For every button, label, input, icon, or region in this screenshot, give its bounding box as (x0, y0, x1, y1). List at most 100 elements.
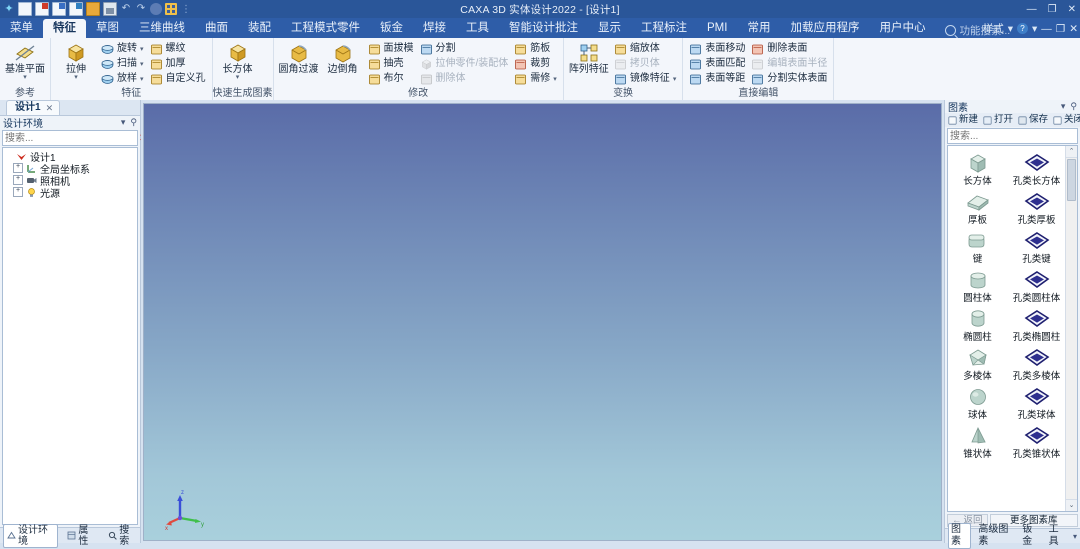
ribbon-button-draft-face-icon[interactable]: 面拔模 (365, 42, 417, 56)
bottom-tab-1[interactable]: 属性 (64, 524, 99, 548)
minimize-button[interactable]: — (1027, 4, 1037, 15)
ribbon-button-move-face-icon[interactable]: 表面移动 (686, 42, 748, 56)
pin-icon[interactable]: ⚲ (130, 117, 137, 128)
ribbon-button-fillet-icon[interactable]: 圆角过渡 (277, 40, 321, 75)
right-tab-3[interactable]: 工具 (1047, 524, 1068, 548)
ribbon-tab-4[interactable]: 曲面 (195, 19, 238, 38)
gallery-item-key-shape-icon[interactable]: 键 (948, 228, 1007, 267)
ribbon-button-datum-plane-icon[interactable]: 基准平面 ▾ (3, 40, 47, 81)
elements-search-row[interactable]: ✕ (947, 128, 1080, 144)
ribbon-tab-10[interactable]: 智能设计批注 (499, 19, 588, 38)
ribbon-tab-strip[interactable]: 菜单 特征 草图 三维曲线 曲面 装配 工程模式零件 钣金 焊接 工具 智能设计批注 显示 工程标注 PM… (0, 18, 1080, 38)
right-tab-1[interactable]: 高级图素 (976, 524, 1015, 548)
gallery-item-hole-cone-shape-icon[interactable]: 孔类锥状体 (1007, 423, 1066, 462)
gallery-scrollbar[interactable]: ⌃ ⌄ (1065, 146, 1077, 511)
ribbon-tab-9[interactable]: 工具 (456, 19, 499, 38)
ribbon-button-trim-icon[interactable]: 裁剪 (511, 57, 560, 71)
ribbon-button-pattern-feature-icon[interactable]: 阵列特征 (567, 40, 611, 75)
tree-node-2[interactable]: + 照相机 (5, 174, 137, 188)
chevron-down-icon[interactable]: ▾ (553, 75, 557, 83)
ribbon-button-sweep-icon[interactable]: 扫描 ▾ (98, 57, 147, 71)
ribbon-button-mirror-feature-icon[interactable]: 镜像特征 ▾ (611, 72, 680, 86)
ribbon-button-split-icon[interactable]: 分割 (417, 42, 512, 56)
ribbon-button-boolean-icon[interactable]: 布尔 (365, 72, 417, 86)
design-tree[interactable]: 设计1 + 全局坐标系 + 照相机 + 光源 (2, 147, 138, 525)
ribbon-button-offset-face-icon[interactable]: 表面等距 (686, 72, 748, 86)
chevron-down-icon[interactable]: ▾ (236, 74, 240, 81)
ribbon-tab-11[interactable]: 显示 (588, 19, 631, 38)
gallery-item-plate-shape-icon[interactable]: 厚板 (948, 189, 1007, 228)
gallery-item-hole-box-shape-icon[interactable]: 孔类长方体 (1007, 150, 1066, 189)
right-panel-tabs[interactable]: 图素 高级图素 钣金 工具 ▾ (945, 523, 1080, 549)
close-icon[interactable]: ✕ (46, 102, 54, 114)
gallery-item-hole-ellipse-cylinder-shape-icon[interactable]: 孔类椭圆柱 (1007, 306, 1066, 345)
ribbon-button-custom-hole-icon[interactable]: 自定义孔 (147, 72, 209, 86)
ribbon-minimize-button[interactable]: — (1041, 23, 1052, 35)
ribbon-button-thicken-icon[interactable]: 加厚 (147, 57, 209, 71)
ribbon-button-chamfer-icon[interactable]: 边倒角 (321, 40, 365, 75)
document-tab-design1[interactable]: 设计1 ✕ (6, 100, 61, 115)
tree-node-3[interactable]: + 光源 (5, 186, 137, 200)
scroll-down-button[interactable]: ⌄ (1066, 499, 1077, 511)
chevron-down-icon[interactable]: ▾ (140, 75, 144, 83)
ribbon-toolbar[interactable]: 基准平面 ▾ 参考 拉伸 ▾ 旋转 ▾ 扫描 ▾ 放样 ▾ 螺纹 加厚 自定义孔 特征 长方体 ▾ 快速生成图素圆… (0, 38, 1080, 101)
ribbon-tab-2[interactable]: 草图 (86, 19, 129, 38)
ribbon-tab-16[interactable]: 用户中心 (869, 19, 935, 38)
gallery-item-polyhedron-shape-icon[interactable]: 多棱体 (948, 345, 1007, 384)
ribbon-button-rib-icon[interactable]: 筋板 (511, 42, 560, 56)
help-icon[interactable]: ? (1016, 23, 1028, 34)
elements-grid[interactable]: 长方体 孔类长方体 厚板 孔类厚板键 孔类键 圆柱体 孔类圆柱体 椭圆柱 孔类椭圆柱 多棱体 孔类多… (948, 146, 1066, 511)
document-tab-bar[interactable]: 设计1 ✕ (0, 100, 140, 116)
expand-icon[interactable]: + (13, 187, 23, 197)
chevron-down-icon[interactable]: ▾ (74, 74, 78, 81)
elements-open-button[interactable]: 打开 (981, 114, 1015, 126)
ribbon-button-revolve-icon[interactable]: 旋转 ▾ (98, 42, 147, 56)
elements-close-button[interactable]: 关闭 (1051, 114, 1080, 126)
chevron-down-icon[interactable]: ▾ (1061, 101, 1066, 112)
ribbon-close-button[interactable]: ✕ (1069, 23, 1078, 35)
gallery-item-hole-polyhedron-shape-icon[interactable]: 孔类多棱体 (1007, 345, 1066, 384)
ribbon-button-box-primitive-icon[interactable]: 长方体 ▾ (216, 40, 260, 81)
ribbon-button-split-solid-face-icon[interactable]: 分割实体表面 (748, 72, 830, 86)
close-button[interactable]: ✕ (1068, 4, 1076, 15)
chevron-down-icon[interactable]: ▾ (23, 74, 27, 81)
maximize-button[interactable]: ❐ (1048, 4, 1057, 15)
ribbon-button-extrude-icon[interactable]: 拉伸 ▾ (54, 40, 98, 81)
scrollbar-thumb[interactable] (1067, 159, 1076, 201)
chevron-down-icon[interactable]: ▾ (1008, 23, 1013, 35)
3d-viewport[interactable]: z y x (143, 103, 942, 541)
ribbon-tab-0[interactable]: 菜单 (0, 19, 43, 38)
gallery-item-box-shape-icon[interactable]: 长方体 (948, 150, 1007, 189)
elements-toolbar[interactable]: 新建 打开 保存 关闭 (945, 113, 1080, 127)
ribbon-button-loft-icon[interactable]: 放样 ▾ (98, 72, 147, 86)
ribbon-right-controls[interactable]: 样式 ▾? ▾ — ❐ ✕ (983, 21, 1078, 36)
ribbon-tab-3[interactable]: 三维曲线 (129, 19, 195, 38)
gallery-item-ellipse-cylinder-shape-icon[interactable]: 椭圆柱 (948, 306, 1007, 345)
gallery-item-hole-sphere-shape-icon[interactable]: 孔类球体 (1007, 384, 1066, 423)
chevron-down-icon[interactable]: ▾ (673, 75, 677, 83)
ribbon-button-repair-icon[interactable]: 需修 ▾ (511, 72, 560, 86)
chevron-down-icon[interactable]: ▾ (140, 45, 144, 53)
ribbon-tab-6[interactable]: 工程模式零件 (281, 19, 370, 38)
expand-icon[interactable]: + (13, 175, 23, 185)
right-tab-2[interactable]: 钣金 (1020, 524, 1041, 548)
ribbon-tab-14[interactable]: 常用 (737, 19, 780, 38)
gallery-item-sphere-shape-icon[interactable]: 球体 (948, 384, 1007, 423)
ribbon-tab-15[interactable]: 加载应用程序 (780, 19, 869, 38)
gallery-item-cylinder-shape-icon[interactable]: 圆柱体 (948, 267, 1007, 306)
chevron-down-icon[interactable]: ▾ (1032, 23, 1037, 35)
expand-icon[interactable]: + (13, 163, 23, 173)
ribbon-button-scale-body-icon[interactable]: 缩放体 (611, 42, 680, 56)
window-controls[interactable]: — ❐ ✕ (1027, 0, 1076, 18)
ribbon-tab-5[interactable]: 装配 (238, 19, 281, 38)
tree-node-1[interactable]: + 全局坐标系 (5, 162, 137, 176)
ribbon-button-delete-face-icon[interactable]: 删除表面 (748, 42, 830, 56)
ribbon-tab-12[interactable]: 工程标注 (631, 19, 697, 38)
scroll-up-button[interactable]: ⌃ (1066, 146, 1077, 158)
design-tree-search-row[interactable]: ✕ ⚘ (2, 130, 156, 146)
ribbon-tab-8[interactable]: 焊接 (413, 19, 456, 38)
ribbon-button-thread-icon[interactable]: 螺纹 (147, 42, 209, 56)
style-menu-label[interactable]: 样式 (983, 21, 1004, 36)
bottom-tab-2[interactable]: 搜索 (105, 524, 140, 548)
ribbon-tab-1[interactable]: 特征 (43, 19, 86, 38)
